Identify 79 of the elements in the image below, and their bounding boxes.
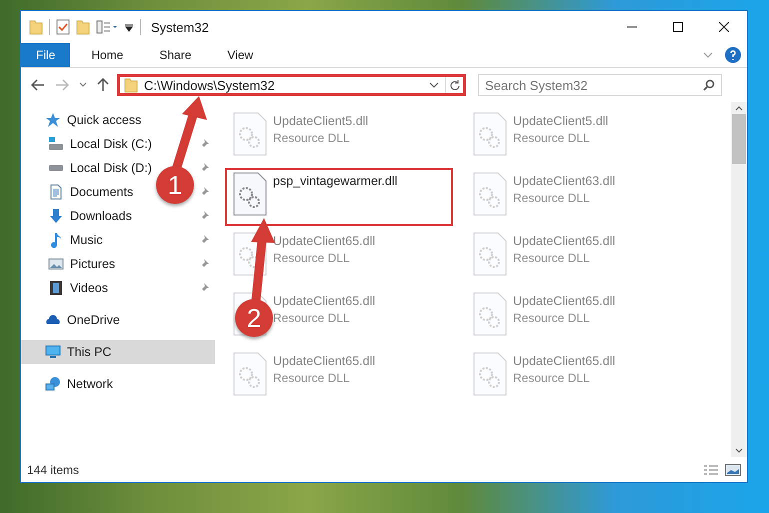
ribbon-tab[interactable]: Share bbox=[144, 43, 206, 67]
network-icon bbox=[45, 376, 61, 392]
back-arrow-icon bbox=[31, 79, 45, 91]
file-name[interactable]: UpdateClient65.dll bbox=[513, 294, 616, 308]
file-type: Resource DLL bbox=[273, 251, 351, 265]
back-button[interactable] bbox=[29, 77, 47, 93]
up-button[interactable] bbox=[95, 76, 111, 94]
file-name[interactable]: UpdateClient5.dll bbox=[513, 114, 608, 128]
window-title: System32 bbox=[151, 20, 209, 34]
file-type: Resource DLL bbox=[273, 131, 351, 145]
dll-file-icon bbox=[473, 172, 507, 216]
folder-icon bbox=[124, 77, 138, 93]
scrollbar-thumb[interactable] bbox=[732, 114, 746, 164]
drive-icon bbox=[48, 164, 64, 172]
dropdown-icon[interactable] bbox=[124, 22, 134, 32]
nav-item[interactable]: Local Disk (D:) bbox=[70, 161, 152, 175]
nav-item[interactable]: Local Disk (C:) bbox=[70, 137, 152, 151]
file-type: Resource DLL bbox=[513, 191, 591, 205]
dll-file-icon bbox=[233, 352, 267, 396]
film-icon bbox=[48, 280, 64, 296]
nav-item[interactable]: This PC bbox=[21, 340, 215, 364]
nav-item[interactable]: Music bbox=[70, 233, 103, 247]
dll-file-icon bbox=[233, 112, 267, 156]
file-name[interactable]: UpdateClient63.dll bbox=[513, 174, 616, 188]
nav-item[interactable]: Documents bbox=[70, 185, 134, 199]
large-icons-view-icon[interactable] bbox=[725, 464, 741, 476]
nav-item[interactable]: Network bbox=[67, 377, 113, 391]
close-icon bbox=[719, 22, 729, 32]
document-icon bbox=[48, 184, 64, 200]
refresh-icon bbox=[450, 80, 460, 90]
nav-item[interactable]: Downloads bbox=[70, 209, 132, 223]
file-name[interactable]: UpdateClient65.dll bbox=[273, 294, 376, 308]
dll-file-icon bbox=[473, 232, 507, 276]
question-mark-icon bbox=[730, 50, 736, 60]
ribbon-tab[interactable]: View bbox=[212, 43, 268, 67]
details-view-icon[interactable] bbox=[703, 464, 719, 476]
scrollbar[interactable] bbox=[731, 102, 747, 457]
file-name[interactable]: UpdateClient65.dll bbox=[273, 354, 376, 368]
folder-icon bbox=[76, 19, 90, 35]
dll-file-icon bbox=[473, 292, 507, 336]
properties-icon[interactable] bbox=[96, 20, 118, 34]
ribbon-tab[interactable]: File bbox=[21, 43, 70, 67]
search-field[interactable]: Search System32 bbox=[478, 74, 722, 96]
forward-button[interactable] bbox=[53, 77, 71, 93]
file-name[interactable]: UpdateClient65.dll bbox=[513, 354, 616, 368]
dll-file-icon bbox=[473, 112, 507, 156]
item-count: 144 items bbox=[27, 462, 80, 476]
nav-item[interactable]: Videos bbox=[70, 281, 108, 295]
file-type: Resource DLL bbox=[513, 311, 591, 325]
nav-item[interactable]: OneDrive bbox=[67, 313, 120, 327]
monitor-icon bbox=[45, 344, 61, 360]
file-name[interactable]: UpdateClient65.dll bbox=[273, 234, 376, 248]
star-icon bbox=[45, 112, 61, 128]
dll-file-icon bbox=[233, 172, 267, 216]
file-type: Resource DLL bbox=[513, 131, 591, 145]
checklist-icon[interactable] bbox=[56, 19, 70, 35]
search-icon bbox=[703, 79, 715, 91]
picture-icon bbox=[48, 256, 64, 272]
nav-item[interactable]: Pictures bbox=[70, 257, 116, 271]
up-arrow-icon bbox=[97, 78, 109, 92]
file-type: Resource DLL bbox=[513, 251, 591, 265]
folder-icon bbox=[29, 19, 43, 35]
chevron-down-icon[interactable] bbox=[429, 82, 439, 88]
maximize-icon bbox=[673, 22, 683, 32]
file-type: Resource DLL bbox=[273, 371, 351, 385]
download-arrow-icon bbox=[48, 208, 64, 224]
file-name[interactable]: UpdateClient5.dll bbox=[273, 114, 368, 128]
file-type: Resource DLL bbox=[273, 311, 351, 325]
nav-item[interactable]: Quick access bbox=[67, 113, 142, 127]
file-name[interactable]: UpdateClient65.dll bbox=[513, 234, 616, 248]
help-button[interactable] bbox=[725, 47, 741, 63]
ribbon-tab[interactable]: Home bbox=[76, 43, 138, 67]
address-bar[interactable]: C:\Windows\System32 bbox=[117, 74, 466, 96]
drive-icon bbox=[48, 136, 64, 152]
forward-arrow-icon bbox=[55, 79, 69, 91]
chevron-down-icon bbox=[79, 82, 87, 88]
dll-file-icon bbox=[473, 352, 507, 396]
file-item[interactable]: psp_vintagewarmer.dll bbox=[225, 168, 453, 226]
file-type: Resource DLL bbox=[513, 371, 591, 385]
